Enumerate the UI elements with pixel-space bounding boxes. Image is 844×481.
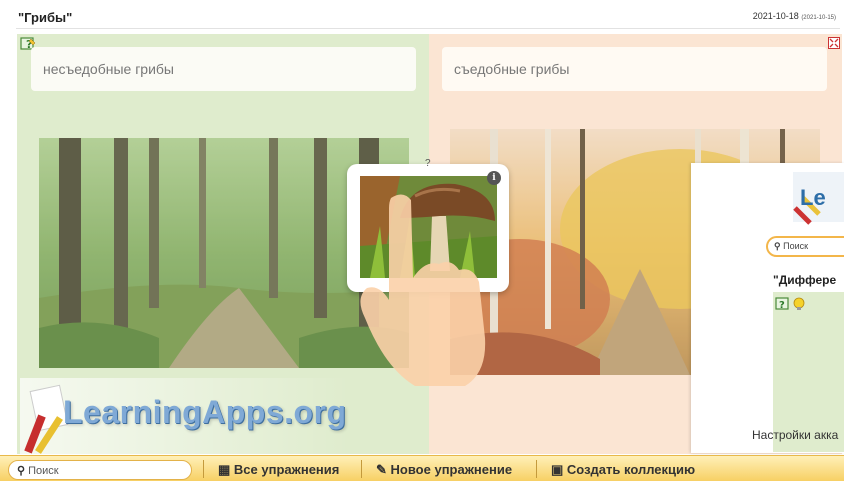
- category-label-inedible: несъедобные грибы: [31, 47, 416, 91]
- toolbar-separator: [361, 460, 362, 478]
- date-secondary: (2021-10-15): [801, 15, 836, 21]
- create-collection-link[interactable]: ▣ Создать коллекцию: [551, 462, 695, 478]
- toolbar-separator: [203, 460, 204, 478]
- fullscreen-icon[interactable]: [828, 37, 840, 49]
- page-title: "Грибы": [18, 10, 73, 25]
- search-input[interactable]: ⚲ Поиск: [8, 460, 192, 480]
- date-stamp: 2021-10-18 (2021-10-15): [753, 11, 836, 21]
- overlay-search-placeholder: Поиск: [783, 241, 809, 251]
- category-label-edible: съедобные грибы: [442, 47, 827, 91]
- pencil-icon: ✎: [376, 462, 387, 477]
- overlay-logo-text: Le: [800, 185, 826, 210]
- all-exercises-link[interactable]: ▦ Все упражнения: [218, 462, 339, 478]
- new-exercise-link[interactable]: ✎ Новое упражнение: [376, 462, 512, 478]
- info-icon[interactable]: i: [487, 171, 501, 185]
- svg-text:?: ?: [779, 300, 785, 311]
- learningapps-logo-text: LearningApps.org: [63, 394, 347, 430]
- grid-icon: ▦: [218, 462, 231, 477]
- toolbar-separator: [536, 460, 537, 478]
- card-help-mark[interactable]: ?: [425, 158, 431, 169]
- search-icon: ⚲: [774, 241, 781, 251]
- new-exercise-label: Новое упражнение: [390, 462, 513, 477]
- search-placeholder: Поиск: [28, 465, 59, 477]
- hand-pointer-icon: [360, 194, 486, 386]
- overlay-title: "Диффере: [773, 273, 837, 287]
- date-main: 2021-10-18: [752, 11, 799, 21]
- search-icon: ⚲: [17, 465, 26, 477]
- create-collection-label: Создать коллекцию: [566, 462, 696, 477]
- overlay-search-input[interactable]: ⚲ Поиск: [766, 236, 844, 257]
- collection-icon: ▣: [551, 462, 564, 477]
- overlay-account-settings-link[interactable]: Настройки акка: [752, 428, 838, 442]
- header-divider: [16, 28, 840, 29]
- all-exercises-label: Все упражнения: [233, 462, 340, 477]
- app-window: "Грибы" 2021-10-18 (2021-10-15) ? несъед…: [0, 0, 844, 481]
- overlay-help-hint-icons[interactable]: ?: [775, 296, 809, 312]
